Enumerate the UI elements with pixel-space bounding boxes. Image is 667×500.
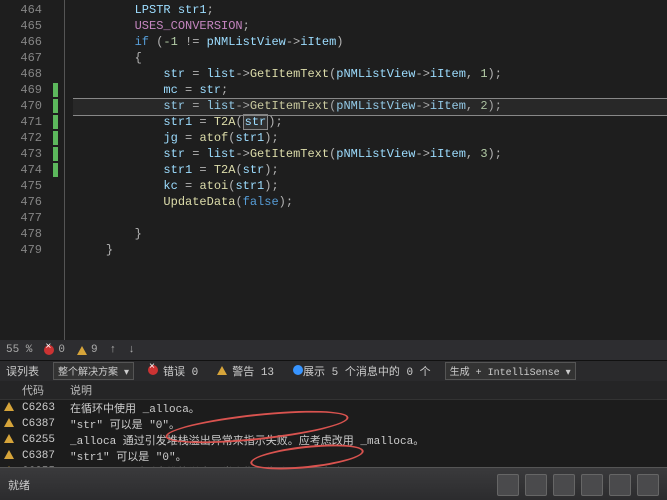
task-button[interactable] [497,474,519,496]
error-list-panel[interactable]: 代码 说明 C6263在循环中使用 _alloca。C6387"str" 可以是… [0,381,667,467]
error-description: 在循环中使用 _alloca。 [70,400,667,416]
change-marker [53,99,58,113]
col-desc[interactable]: 说明 [70,382,667,398]
messages-filter[interactable]: 展示 5 个消息中的 0 个 [293,363,431,379]
warnings-filter[interactable]: 警告 13 [217,363,279,379]
change-marker [53,131,58,145]
code-line[interactable]: jg = atof(str1); [73,130,667,146]
error-description: _alloca 通过引发堆栈溢出异常来指示失败。应考虑改用 _malloca。 [70,432,667,448]
line-number: 478 [0,226,42,242]
task-button[interactable] [637,474,659,496]
bottom-bar: 就绪 [0,467,667,500]
task-button[interactable] [553,474,575,496]
change-markers [50,0,64,340]
warning-icon [77,346,87,355]
info-icon [293,365,303,375]
line-number: 467 [0,50,42,66]
change-marker [53,147,58,161]
error-code: C6387 [18,450,70,462]
code-line[interactable]: if (-1 != pNMListView->iItem) [73,34,667,50]
line-number: 474 [0,162,42,178]
scope-dropdown[interactable]: 整个解决方案 ▾ [53,362,134,380]
line-number: 470 [0,98,42,114]
line-number: 471 [0,114,42,130]
code-line[interactable]: str1 = T2A(str); [73,162,667,178]
code-line[interactable]: str = list->GetItemText(pNMListView->iIt… [73,146,667,162]
code-line[interactable]: } [73,226,667,242]
warning-count[interactable]: 9 [77,344,98,356]
line-number: 476 [0,194,42,210]
task-button[interactable] [525,474,547,496]
line-number: 475 [0,178,42,194]
line-number: 477 [0,210,42,226]
code-line[interactable]: LPSTR str1; [73,2,667,18]
line-number: 479 [0,242,42,258]
error-list-columns: 代码 说明 [0,381,667,400]
code-line[interactable]: str = list->GetItemText(pNMListView->iIt… [73,98,667,114]
line-number: 466 [0,34,42,50]
task-button[interactable] [581,474,603,496]
error-code: C6387 [18,418,70,430]
change-marker [53,83,58,97]
error-list-row[interactable]: C6255_alloca 通过引发堆栈溢出异常来指示失败。应考虑改用 _mall… [0,432,667,448]
code-line[interactable]: str = list->GetItemText(pNMListView->iIt… [73,66,667,82]
nav-down-icon[interactable]: ↓ [128,344,135,356]
code-line[interactable]: UpdateData(false); [73,194,667,210]
error-icon [148,365,158,375]
zoom-level[interactable]: 55 % [6,344,32,356]
fold-outline [64,0,73,340]
code-line[interactable]: } [73,242,667,258]
error-list-header: 误列表 整个解决方案 ▾ 错误 0 警告 13 展示 5 个消息中的 0 个 生… [0,360,667,381]
error-code: C6255 [18,434,70,446]
line-number: 473 [0,146,42,162]
task-button[interactable] [609,474,631,496]
error-list-row[interactable]: C6387"str" 可以是 "0"。 [0,416,667,432]
warning-icon [4,434,14,443]
line-number: 465 [0,18,42,34]
code-area[interactable]: LPSTR str1; USES_CONVERSION; if (-1 != p… [73,0,667,340]
warning-icon [217,366,227,375]
status-text: 就绪 [8,477,30,493]
nav-up-icon[interactable]: ↑ [110,344,117,356]
change-marker [53,163,58,177]
code-line[interactable]: mc = str; [73,82,667,98]
warning-icon [4,418,14,427]
error-description: "str" 可以是 "0"。 [70,416,667,432]
code-line[interactable]: { [73,50,667,66]
error-description: "str1" 可以是 "0"。 [70,448,667,464]
line-number: 468 [0,66,42,82]
code-line[interactable] [73,210,667,226]
line-number-gutter: 4644654664674684694704714724734744754764… [0,0,50,340]
warning-icon [4,402,14,411]
error-icon [44,345,54,355]
error-list-row[interactable]: C6387"str1" 可以是 "0"。 [0,448,667,464]
error-list-row[interactable]: C6263在循环中使用 _alloca。 [0,400,667,416]
line-number: 472 [0,130,42,146]
panel-title: 误列表 [6,363,39,379]
change-marker [53,115,58,129]
source-filter-dropdown[interactable]: 生成 + IntelliSense ▾ [445,362,576,380]
code-line[interactable]: kc = atoi(str1); [73,178,667,194]
error-code: C6263 [18,402,70,414]
warning-icon [4,466,14,468]
status-bar: 55 % 0 9 ↑ ↓ [0,340,667,360]
line-number: 464 [0,2,42,18]
line-number: 469 [0,82,42,98]
errors-filter[interactable]: 错误 0 [148,363,203,379]
error-count[interactable]: 0 [44,344,65,356]
warning-icon [4,450,14,459]
error-list-row[interactable]: C6255_alloca 通过引发堆栈溢出异常来指示失败。应考虑改用 _mall… [0,464,667,467]
code-line[interactable]: str1 = T2A(str); [73,114,667,130]
error-description: _alloca 通过引发堆栈溢出异常来指示失败。应考虑改用 _malloca。 [70,464,667,467]
code-editor[interactable]: 4644654664674684694704714724734744754764… [0,0,667,340]
code-line[interactable]: USES_CONVERSION; [73,18,667,34]
col-code[interactable]: 代码 [18,382,70,398]
error-code: C6255 [18,466,70,467]
